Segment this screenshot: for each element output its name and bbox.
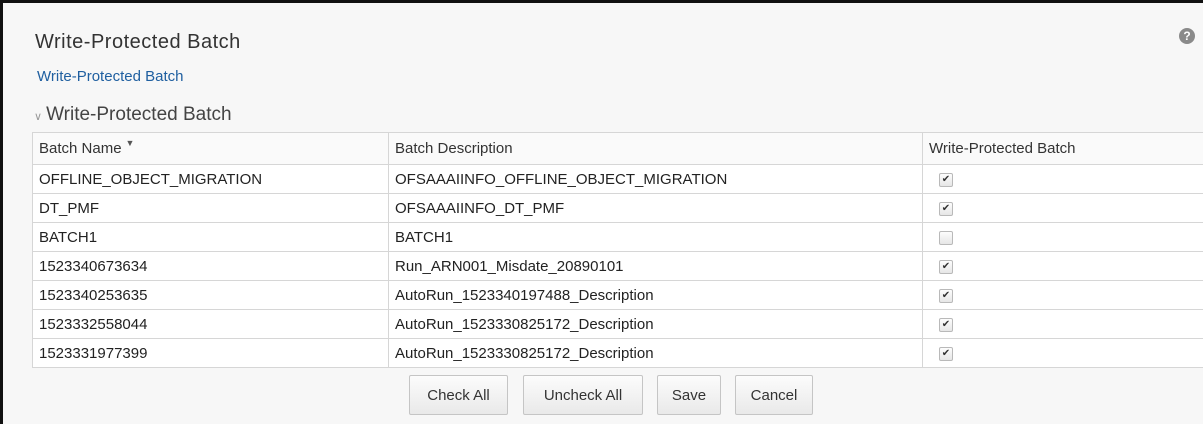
batch-name-cell: 1523331977399	[32, 338, 389, 368]
write-protected-checkbox[interactable]: ✔	[939, 288, 953, 303]
table-header-row: Batch Name ▼ Batch Description Write-Prot…	[32, 132, 1203, 165]
batch-description-cell: Run_ARN001_Misdate_20890101	[388, 251, 923, 281]
chevron-down-icon[interactable]: ∨	[34, 110, 42, 123]
column-header-label: Batch Name	[39, 140, 122, 157]
sort-icon[interactable]: ▼	[126, 138, 135, 148]
batch-description-cell: OFSAAAIINFO_OFFLINE_OBJECT_MIGRATION	[388, 164, 923, 194]
help-icon[interactable]: ?	[1179, 28, 1195, 44]
batch-description-cell: BATCH1	[388, 222, 923, 252]
write-protected-checkbox[interactable]: ✔	[939, 317, 953, 332]
write-protected-checkbox[interactable]: ✔	[939, 259, 953, 274]
cancel-button[interactable]: Cancel	[735, 375, 813, 415]
write-protected-cell: ✔	[922, 193, 1203, 223]
button-bar: Check All Uncheck All Save Cancel	[3, 375, 1203, 417]
write-protected-cell	[922, 222, 1203, 252]
column-header-batch-description[interactable]: Batch Description	[388, 132, 923, 165]
check-all-button[interactable]: Check All	[409, 375, 508, 415]
column-header-batch-name[interactable]: Batch Name ▼	[32, 132, 389, 165]
batch-name-cell: DT_PMF	[32, 193, 389, 223]
write-protected-checkbox[interactable]	[939, 230, 953, 245]
batch-name-cell: BATCH1	[32, 222, 389, 252]
table-row[interactable]: 1523332558044 AutoRun_1523330825172_Descr…	[32, 309, 1203, 339]
column-header-write-protected[interactable]: Write-Protected Batch	[922, 132, 1203, 165]
table-row[interactable]: OFFLINE_OBJECT_MIGRATION OFSAAAIINFO_OFFL…	[32, 164, 1203, 194]
write-protected-cell: ✔	[922, 280, 1203, 310]
table-row[interactable]: 1523340253635 AutoRun_1523340197488_Descr…	[32, 280, 1203, 310]
batch-table: Batch Name ▼ Batch Description Write-Prot…	[32, 132, 1203, 368]
batch-description-cell: OFSAAAIINFO_DT_PMF	[388, 193, 923, 223]
table-row[interactable]: DT_PMF OFSAAAIINFO_DT_PMF ✔	[32, 193, 1203, 223]
write-protected-cell: ✔	[922, 309, 1203, 339]
write-protected-cell: ✔	[922, 164, 1203, 194]
uncheck-all-button[interactable]: Uncheck All	[523, 375, 643, 415]
write-protected-cell: ✔	[922, 251, 1203, 281]
column-header-label: Write-Protected Batch	[929, 140, 1076, 157]
table-row[interactable]: 1523331977399 AutoRun_1523330825172_Descr…	[32, 338, 1203, 368]
batch-name-cell: 1523332558044	[32, 309, 389, 339]
batch-name-cell: OFFLINE_OBJECT_MIGRATION	[32, 164, 389, 194]
batch-name-cell: 1523340673634	[32, 251, 389, 281]
write-protected-batch-window: Write-Protected Batch ? Write-Protected …	[0, 0, 1203, 424]
write-protected-checkbox[interactable]: ✔	[939, 201, 953, 216]
breadcrumb-link[interactable]: Write-Protected Batch	[37, 68, 183, 85]
write-protected-checkbox[interactable]: ✔	[939, 346, 953, 361]
batch-description-cell: AutoRun_1523340197488_Description	[388, 280, 923, 310]
batch-name-cell: 1523340253635	[32, 280, 389, 310]
write-protected-cell: ✔	[922, 338, 1203, 368]
section-title: Write-Protected Batch	[46, 104, 232, 125]
table-row[interactable]: BATCH1 BATCH1	[32, 222, 1203, 252]
batch-description-cell: AutoRun_1523330825172_Description	[388, 338, 923, 368]
write-protected-checkbox[interactable]: ✔	[939, 172, 953, 187]
save-button[interactable]: Save	[657, 375, 721, 415]
table-row[interactable]: 1523340673634 Run_ARN001_Misdate_20890101…	[32, 251, 1203, 281]
page-title: Write-Protected Batch	[35, 31, 241, 53]
batch-description-cell: AutoRun_1523330825172_Description	[388, 309, 923, 339]
column-header-label: Batch Description	[395, 140, 513, 157]
section-header[interactable]: ∨ Write-Protected Batch	[34, 104, 232, 126]
